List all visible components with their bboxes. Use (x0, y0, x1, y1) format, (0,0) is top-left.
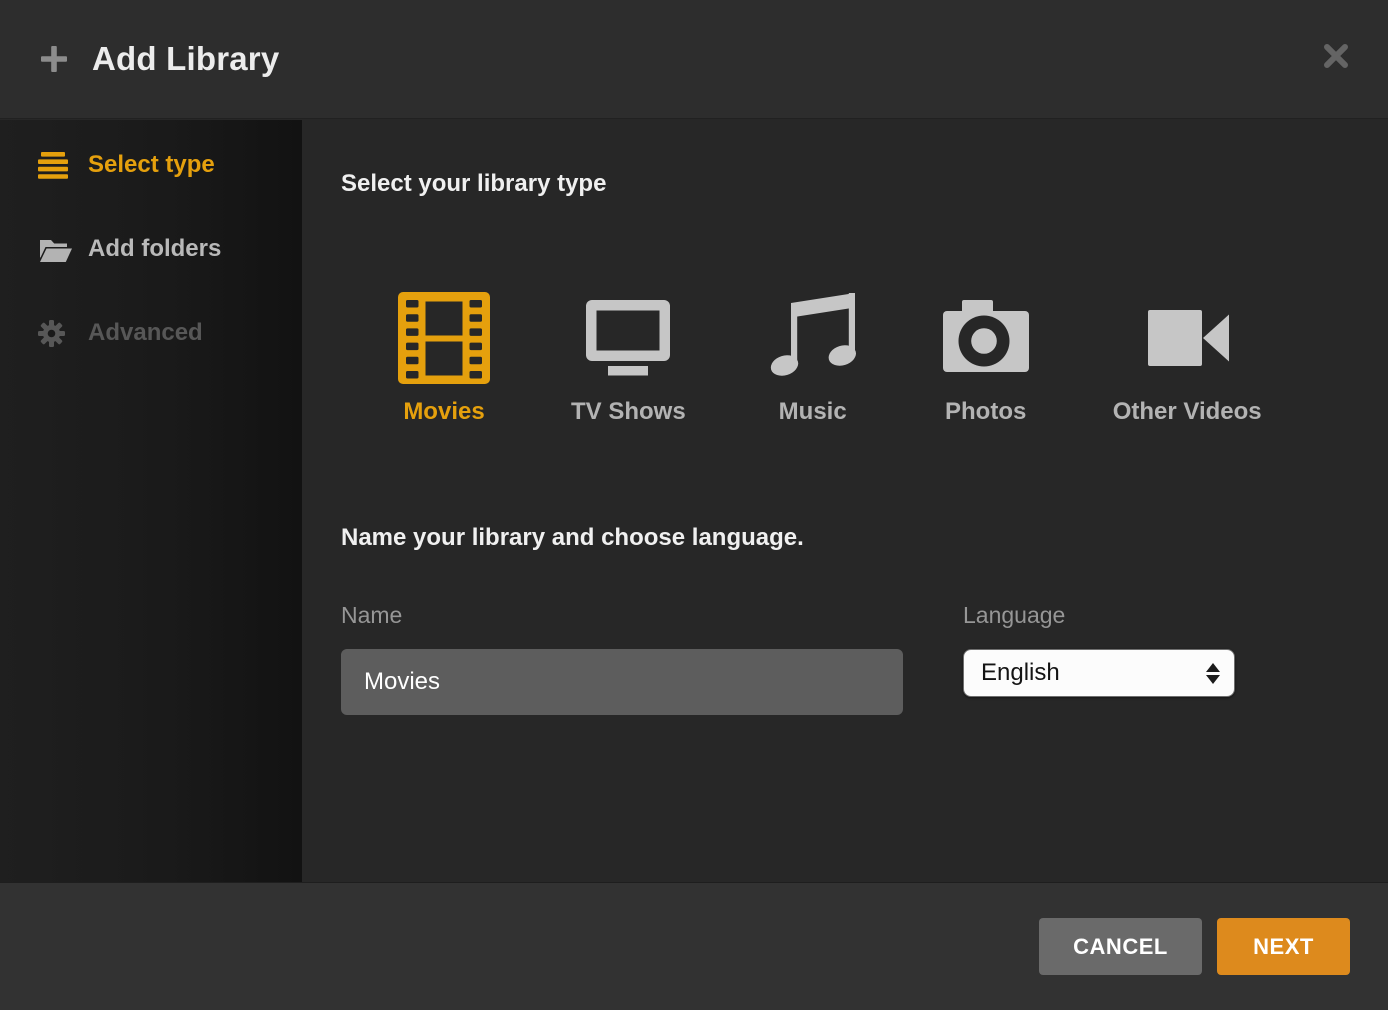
language-field-label: Language (963, 601, 1235, 629)
wizard-steps-sidebar: Select type Add folders (0, 120, 302, 882)
sidebar-item-label: Advanced (88, 319, 203, 347)
dialog-header: Add Library (0, 0, 1388, 119)
type-option-label: Movies (403, 397, 484, 427)
type-option-label: Music (779, 397, 847, 427)
sidebar-item-advanced: Advanced (0, 291, 302, 375)
name-language-heading: Name your library and choose language. (341, 523, 1388, 553)
cancel-button[interactable]: CANCEL (1039, 918, 1202, 975)
type-option-label: Other Videos (1113, 397, 1262, 427)
music-icon (767, 292, 859, 387)
library-type-options: Movies TV Shows (398, 292, 1388, 427)
dialog-title: Add Library (92, 40, 279, 78)
dialog-footer: CANCEL NEXT (0, 882, 1388, 1010)
type-option-music[interactable]: Music (767, 292, 859, 427)
sidebar-item-label: Add folders (88, 235, 221, 263)
library-type-heading: Select your library type (341, 169, 1388, 199)
sidebar-item-add-folders[interactable]: Add folders (0, 207, 302, 291)
close-button[interactable] (1321, 41, 1351, 71)
other-videos-icon (1141, 292, 1233, 387)
select-spinner-icon (1206, 663, 1220, 684)
library-name-input[interactable] (341, 649, 903, 715)
type-option-other-videos[interactable]: Other Videos (1113, 292, 1262, 427)
type-option-movies[interactable]: Movies (398, 292, 490, 427)
language-selected-value: English (981, 659, 1060, 687)
main-content: Select your library type (302, 120, 1388, 882)
movies-icon (398, 292, 490, 387)
language-select[interactable]: English (963, 649, 1235, 697)
sidebar-item-select-type[interactable]: Select type (0, 123, 302, 207)
plus-icon (38, 43, 70, 75)
close-icon (1321, 41, 1351, 71)
select-type-icon (38, 152, 74, 179)
sidebar-item-label: Select type (88, 151, 215, 179)
advanced-icon (38, 320, 74, 347)
add-folders-icon (38, 236, 74, 263)
photos-icon (940, 292, 1032, 387)
type-option-tv-shows[interactable]: TV Shows (571, 292, 686, 427)
next-button[interactable]: NEXT (1217, 918, 1350, 975)
type-option-label: TV Shows (571, 397, 686, 427)
tv-shows-icon (582, 292, 674, 387)
type-option-photos[interactable]: Photos (940, 292, 1032, 427)
type-option-label: Photos (945, 397, 1026, 427)
name-language-fields: Name Language English (341, 601, 1388, 715)
name-field-label: Name (341, 601, 903, 629)
